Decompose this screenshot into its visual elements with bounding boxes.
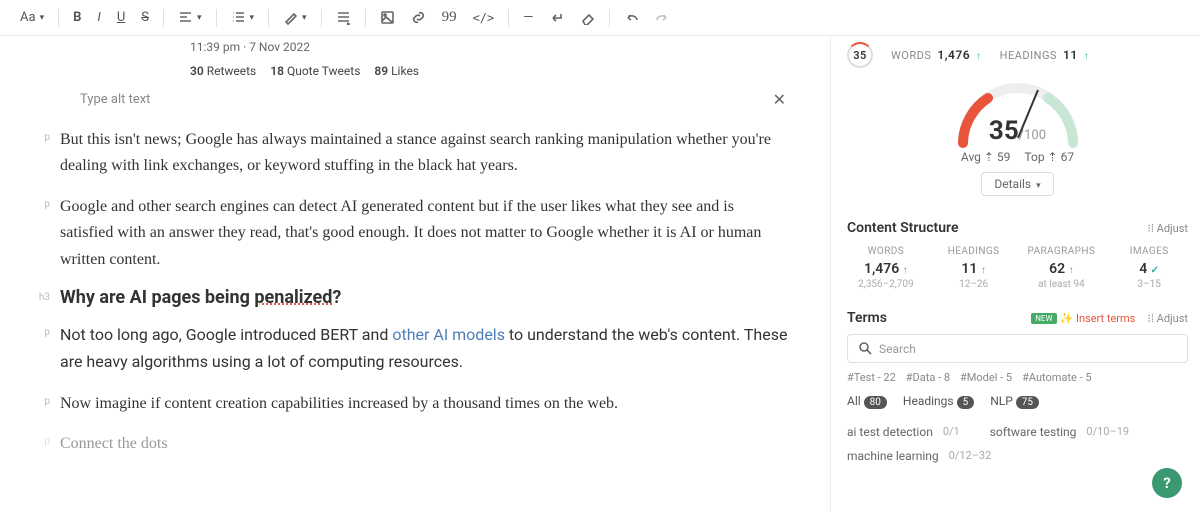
strike-button[interactable]: S xyxy=(135,6,155,29)
indent-icon xyxy=(336,10,351,25)
align-icon xyxy=(178,10,193,25)
undo-button[interactable] xyxy=(618,6,645,29)
content-structure-grid: WORDS1,476 ↑2,356–2,709HEADINGS11 ↑12–26… xyxy=(847,246,1188,290)
bold-button[interactable]: B xyxy=(67,6,87,29)
paragraph[interactable]: But this isn't news; Google has always m… xyxy=(60,127,790,180)
hr-button[interactable]: — xyxy=(517,6,539,29)
term-item[interactable]: software testing0/10–19 xyxy=(990,420,1129,444)
tweet-stats: 30 Retweets 18 Quote Tweets 89 Likes xyxy=(190,64,790,78)
return-button[interactable] xyxy=(543,6,570,29)
quote-button[interactable]: 99 xyxy=(436,5,463,30)
block-tag: p xyxy=(30,391,60,407)
filter-tab[interactable]: All 80 xyxy=(847,394,887,408)
close-icon[interactable]: ✕ xyxy=(769,86,790,113)
adjust-button[interactable]: ⁝⁞ Adjust xyxy=(1147,312,1188,325)
search-icon xyxy=(858,341,873,356)
filter-tab[interactable]: NLP 75 xyxy=(990,394,1039,408)
editor-pane[interactable]: 11:39 pm · 7 Nov 2022 30 Retweets 18 Quo… xyxy=(0,36,830,512)
italic-button[interactable]: I xyxy=(91,6,106,29)
term-tag[interactable]: #Data - 8 xyxy=(906,371,950,384)
term-tag[interactable]: #Automate - 5 xyxy=(1022,371,1091,384)
terms-filters: All 80 Headings 5 NLP 75 xyxy=(847,394,1188,408)
details-button[interactable]: Details ▾ xyxy=(981,172,1053,196)
top-score: Top ⇡ 67 xyxy=(1024,150,1074,164)
cs-col: HEADINGS11 ↑12–26 xyxy=(935,246,1013,290)
block-tag: p xyxy=(30,194,60,210)
tweet-timestamp: 11:39 pm · 7 Nov 2022 xyxy=(190,40,790,54)
eraser-button[interactable] xyxy=(574,6,601,29)
image-button[interactable] xyxy=(374,6,401,29)
list-icon xyxy=(231,10,246,25)
term-item[interactable]: ai test detection0/1 xyxy=(847,420,960,444)
adjust-button[interactable]: ⁝⁞ Adjust xyxy=(1147,222,1188,235)
redo-icon xyxy=(655,10,670,25)
term-item[interactable]: machine learning0/12–32 xyxy=(847,444,991,468)
help-button[interactable]: ? xyxy=(1152,468,1182,498)
image-icon xyxy=(380,10,395,25)
indent-button[interactable] xyxy=(330,6,357,29)
tweet-embed: 11:39 pm · 7 Nov 2022 30 Retweets 18 Quo… xyxy=(190,40,790,78)
terms-list: ai test detection0/1 software testing0/10… xyxy=(847,420,1188,468)
eraser-icon xyxy=(580,10,595,25)
undo-icon xyxy=(624,10,639,25)
score-gauge: 35/100 Avg ⇡ 59Top ⇡ 67 Details ▾ xyxy=(847,74,1188,204)
editor-toolbar: Aa▾ B I U S ▾ ▾ ▾ 99 </> — xyxy=(0,0,1200,36)
font-dropdown[interactable]: Aa▾ xyxy=(14,6,50,29)
paragraph[interactable]: Not too long ago, Google introduced BERT… xyxy=(60,322,790,377)
block-tag: p xyxy=(30,127,60,143)
insert-terms-button[interactable]: NEW✨ Insert terms xyxy=(1027,312,1135,325)
list-dropdown[interactable]: ▾ xyxy=(225,6,261,29)
filter-tab[interactable]: Headings 5 xyxy=(903,394,974,408)
terms-title: Terms xyxy=(847,310,887,326)
terms-tags: #Test - 22 #Data - 8 #Model - 5 #Automate -… xyxy=(847,371,1188,384)
score-badge[interactable]: 35 xyxy=(847,42,873,68)
terms-search-input[interactable]: Search xyxy=(847,334,1188,363)
align-dropdown[interactable]: ▾ xyxy=(172,6,208,29)
heading-3[interactable]: Why are AI pages being penalized? xyxy=(60,287,341,308)
cs-col: WORDS1,476 ↑2,356–2,709 xyxy=(847,246,925,290)
block-tag: p xyxy=(30,431,60,447)
return-icon xyxy=(549,10,564,25)
top-stats-row: 35 WORDS1,476↑ HEADINGS11↑ xyxy=(847,36,1188,74)
block-tag: h3 xyxy=(30,287,60,303)
paragraph[interactable]: Connect the dots xyxy=(60,431,168,457)
seo-sidebar: 35 WORDS1,476↑ HEADINGS11↑ 35/100 Avg ⇡ … xyxy=(830,36,1200,512)
link-icon xyxy=(411,10,426,25)
paragraph[interactable]: Google and other search engines can dete… xyxy=(60,194,790,273)
underline-button[interactable]: U xyxy=(111,6,131,29)
redo-button[interactable] xyxy=(649,6,676,29)
brush-dropdown[interactable]: ▾ xyxy=(277,6,313,29)
link-button[interactable] xyxy=(405,6,432,29)
avg-score: Avg ⇡ 59 xyxy=(961,150,1011,164)
code-button[interactable]: </> xyxy=(467,7,501,29)
content-structure-title: Content Structure xyxy=(847,220,959,236)
cs-col: IMAGES4 ✓3–15 xyxy=(1110,246,1188,290)
alt-text-input[interactable]: Type alt text xyxy=(80,92,150,107)
brush-icon xyxy=(283,10,298,25)
block-tag: p xyxy=(30,322,60,338)
term-tag[interactable]: #Model - 5 xyxy=(960,371,1012,384)
term-tag[interactable]: #Test - 22 xyxy=(847,371,896,384)
cs-col: PARAGRAPHS62 ↑at least 94 xyxy=(1023,246,1101,290)
paragraph[interactable]: Now imagine if content creation capabili… xyxy=(60,391,618,417)
inline-link[interactable]: other AI models xyxy=(392,325,505,344)
